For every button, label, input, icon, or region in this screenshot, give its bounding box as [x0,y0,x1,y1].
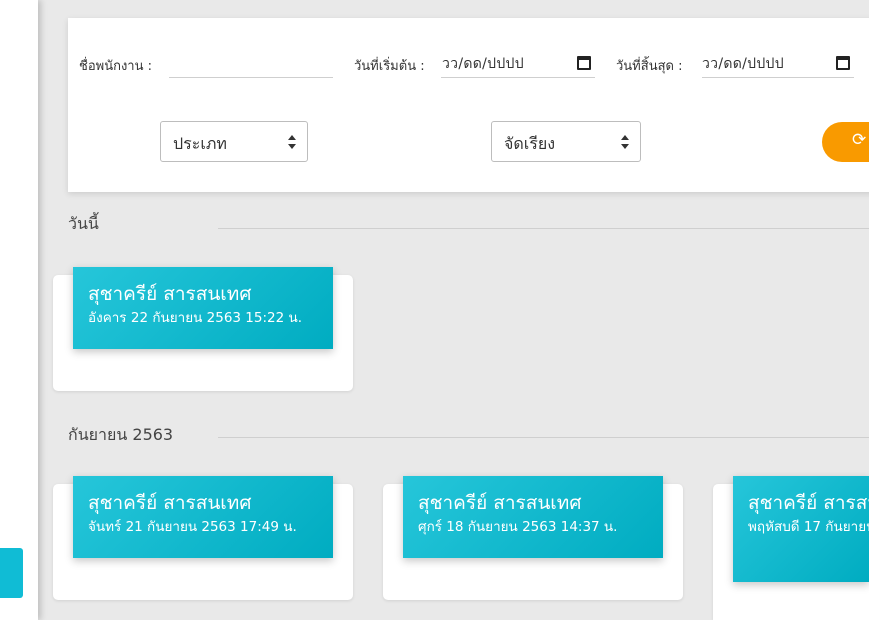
card-employee-name: สุชาครีย์ สารสนเทศ [418,492,582,514]
calendar-icon[interactable] [836,56,850,70]
end-date-placeholder: วว/ดด/ปปปป [702,56,784,72]
section-divider [218,228,869,229]
start-date-label: วันที่เริ่มต้น : [354,59,425,74]
attendance-card[interactable]: สุชาครีย์ สารสนเทศ ศุกร์ 18 กันยายน 2563… [383,476,683,600]
card-datetime: ศุกร์ 18 กันยายน 2563 14:37 น. [418,519,618,535]
section-divider [218,437,869,438]
section-title-today: วันนี้ [68,214,99,233]
card-employee-name: สุชาครีย์ สารสนเทศ [748,492,869,514]
end-date-underline [702,77,854,78]
employee-name-label: ชื่อพนักงาน : [79,59,153,74]
start-date-placeholder: วว/ดด/ปปปป [442,56,524,72]
employee-name-input[interactable] [169,77,333,78]
card-datetime: จันทร์ 21 กันยายน 2563 17:49 น. [88,519,297,535]
card-employee-name: สุชาครีย์ สารสนเทศ [88,283,252,305]
section-title-month: กันยายน 2563 [68,425,174,444]
filter-panel: ชื่อพนักงาน : วันที่เริ่มต้น : วว/ดด/ปปป… [68,18,869,192]
calendar-icon[interactable] [577,56,591,70]
card-header: สุชาครีย์ สารสนเทศ ศุกร์ 18 กันยายน 2563… [403,476,663,558]
card-header: สุชาครีย์ สารสนเทศ อังคาร 22 กันยายน 256… [73,267,333,349]
card-header: สุชาครีย์ สารสนเทศ พฤหัสบดี 17 กันยายน 2… [733,476,869,582]
sort-select[interactable]: จัดเรียง [491,121,641,162]
refresh-icon: ⟳ [852,130,867,150]
sidebar-toggle-tab[interactable] [0,548,23,598]
attendance-card[interactable]: สุชาครีย์ สารสนเทศ พฤหัสบดี 17 กันยายน 2… [713,476,869,620]
type-select-value: ประเภท [173,134,227,153]
card-employee-name: สุชาครีย์ สารสนเทศ [88,492,252,514]
sidebar [0,0,38,620]
end-date-label: วันที่สิ้นสุด : [616,59,683,74]
card-header: สุชาครีย์ สารสนเทศ จันทร์ 21 กันยายน 256… [73,476,333,558]
attendance-card[interactable]: สุชาครีย์ สารสนเทศ จันทร์ 21 กันยายน 256… [53,476,353,600]
refresh-button[interactable]: ⟳ [822,122,869,162]
select-caret-icon [288,135,296,149]
card-datetime: พฤหัสบดี 17 กันยายน 2563 16:05 น. [748,519,869,535]
card-datetime: อังคาร 22 กันยายน 2563 15:22 น. [88,310,303,326]
sort-select-value: จัดเรียง [504,134,556,153]
attendance-card[interactable]: สุชาครีย์ สารสนเทศ อังคาร 22 กันยายน 256… [53,267,353,391]
start-date-underline [441,77,595,78]
type-select[interactable]: ประเภท [160,121,308,162]
select-caret-icon [621,135,629,149]
